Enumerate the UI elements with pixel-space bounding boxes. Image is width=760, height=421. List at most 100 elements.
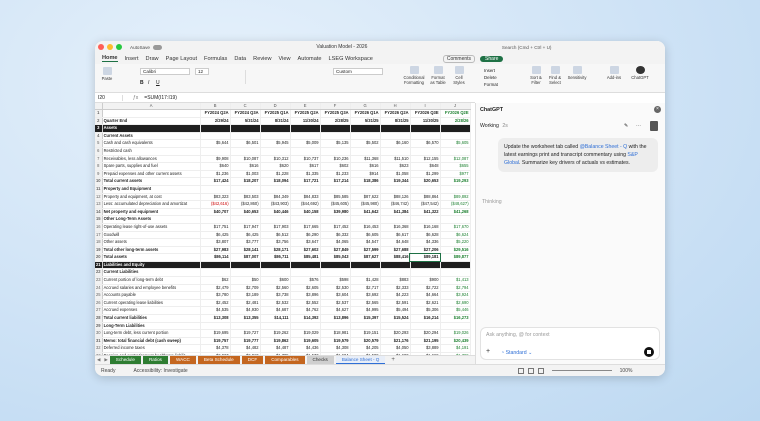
cell[interactable]	[350, 124, 381, 133]
cell[interactable]: $83,503	[230, 193, 261, 202]
row-label[interactable]: Memo: total financial debt (cash sweep)	[102, 337, 201, 346]
cell[interactable]: $4,664	[410, 291, 441, 300]
row-number[interactable]: 29	[95, 322, 103, 331]
row-label[interactable]: Quarter End	[102, 117, 201, 126]
cell[interactable]: $1,228	[260, 170, 291, 179]
cell[interactable]: $2,709	[230, 284, 261, 293]
search-box[interactable]: Search (Cmd + Ctrl + U)	[502, 45, 552, 50]
chatgpt-ribbon-button[interactable]: ChatGPT	[630, 66, 650, 80]
cell[interactable]	[320, 185, 351, 194]
cell[interactable]: $602	[320, 162, 351, 171]
cell[interactable]	[380, 261, 411, 270]
cell[interactable]	[230, 124, 261, 133]
row-number[interactable]: 9	[95, 170, 103, 179]
cell[interactable]: $19,293	[440, 177, 471, 186]
comments-button[interactable]: Comments	[442, 54, 476, 63]
cell[interactable]: $900	[410, 276, 441, 285]
cell[interactable]: $19,777	[230, 337, 261, 346]
cell[interactable]	[290, 185, 321, 194]
cell[interactable]: 2/28/25	[320, 117, 351, 126]
cell[interactable]: $11,368	[350, 155, 381, 164]
cell[interactable]: ($45,605)	[320, 200, 351, 209]
cell[interactable]: $5,220	[440, 238, 471, 247]
row-label[interactable]: Total other long-term assets	[102, 246, 201, 255]
row-number[interactable]: 27	[95, 306, 103, 316]
cell[interactable]: 2/29/24	[200, 117, 231, 126]
cell[interactable]: $18,386	[350, 177, 381, 186]
cell[interactable]: ($46,742)	[380, 200, 411, 209]
cell[interactable]: $3,924	[440, 291, 471, 300]
row-number[interactable]: 15	[95, 215, 103, 224]
cell[interactable]: $3,889	[410, 344, 441, 353]
row-label[interactable]: Property and equipment, at cost	[102, 193, 201, 202]
cell[interactable]: 11/30/25	[410, 117, 441, 126]
row-number[interactable]: 20	[95, 253, 103, 262]
cell[interactable]	[350, 147, 381, 156]
row-number[interactable]: 17	[95, 231, 103, 240]
cell[interactable]	[290, 132, 321, 141]
cell[interactable]: $16,273	[440, 314, 471, 323]
cell[interactable]: $6,425	[230, 231, 261, 240]
cell[interactable]	[410, 215, 441, 224]
cell[interactable]: $2,552	[290, 299, 321, 308]
cell[interactable]: $5,945	[260, 139, 291, 148]
row-label[interactable]: Total current assets	[102, 177, 201, 186]
row-label[interactable]: Current Assets	[102, 132, 201, 141]
cell[interactable]: $40,653	[230, 208, 261, 217]
cell[interactable]: $27,599	[350, 246, 381, 255]
maximize-window-button[interactable]	[116, 44, 122, 50]
cell[interactable]: $89,892	[440, 193, 471, 202]
cell[interactable]: $4,547	[350, 238, 381, 247]
cell[interactable]: $3,738	[260, 291, 291, 300]
cell[interactable]: $4,336	[410, 238, 441, 247]
row-number[interactable]: 5	[95, 139, 103, 148]
row-number[interactable]: 7	[95, 155, 103, 164]
cell[interactable]: $12,155	[410, 155, 441, 164]
cell[interactable]: $4,308	[320, 344, 351, 353]
cell[interactable]: $12,087	[440, 155, 471, 164]
cell[interactable]: $2,479	[200, 284, 231, 293]
cell[interactable]	[260, 147, 291, 156]
cell[interactable]: $20,439	[440, 337, 471, 346]
cell[interactable]: $18,981	[320, 329, 351, 338]
cell[interactable]	[200, 322, 231, 331]
cell[interactable]: $16,214	[410, 314, 441, 323]
cell[interactable]	[410, 185, 441, 194]
row-label[interactable]: Less: accumulated depreciation and amort…	[102, 200, 201, 209]
sensitivity-button[interactable]: Sensitivity	[567, 66, 587, 80]
cell[interactable]: $17,665	[290, 223, 321, 232]
cell[interactable]: $1,003	[230, 170, 261, 179]
cell[interactable]: $62	[200, 276, 231, 285]
cell[interactable]: $6,425	[200, 231, 231, 240]
cell[interactable]: $88,126	[380, 193, 411, 202]
cell[interactable]: $2,794	[440, 284, 471, 293]
sheet-tab[interactable]: Balance Sheet - Q	[335, 356, 386, 364]
cell[interactable]: $617	[290, 162, 321, 171]
cell[interactable]	[230, 261, 261, 270]
cell[interactable]: $2,333	[380, 284, 411, 293]
row-number[interactable]: 1	[95, 109, 103, 118]
cell[interactable]: ($45,980)	[350, 200, 381, 209]
cell[interactable]: $5,446	[440, 306, 471, 316]
cell[interactable]: $17,424	[200, 177, 231, 186]
cell[interactable]	[380, 215, 411, 224]
cell[interactable]: $3,780	[200, 291, 231, 300]
edit-icon[interactable]: ✎	[624, 123, 628, 129]
cell[interactable]: $19,579	[320, 337, 351, 346]
cell[interactable]	[260, 124, 291, 133]
cell[interactable]: $14,111	[260, 314, 291, 323]
cell[interactable]: $50	[230, 276, 261, 285]
cell[interactable]: $616	[230, 162, 261, 171]
cell[interactable]: $3,604	[320, 291, 351, 300]
cell[interactable]: $914	[350, 170, 381, 179]
row-label[interactable]: Current Liabilities	[102, 268, 201, 278]
cell[interactable]: ($43,903)	[260, 200, 291, 209]
cell[interactable]: FY2025 Q1A	[260, 109, 291, 118]
find-select-button[interactable]: Find & Select	[547, 66, 563, 85]
sheet-tab[interactable]: WACC	[169, 356, 196, 364]
cell[interactable]: $41,322	[410, 208, 441, 217]
minimize-window-button[interactable]	[107, 44, 113, 50]
cell[interactable]: $655	[440, 162, 471, 171]
cell[interactable]: ($48,627)	[440, 200, 471, 209]
cell[interactable]: $16,168	[410, 223, 441, 232]
